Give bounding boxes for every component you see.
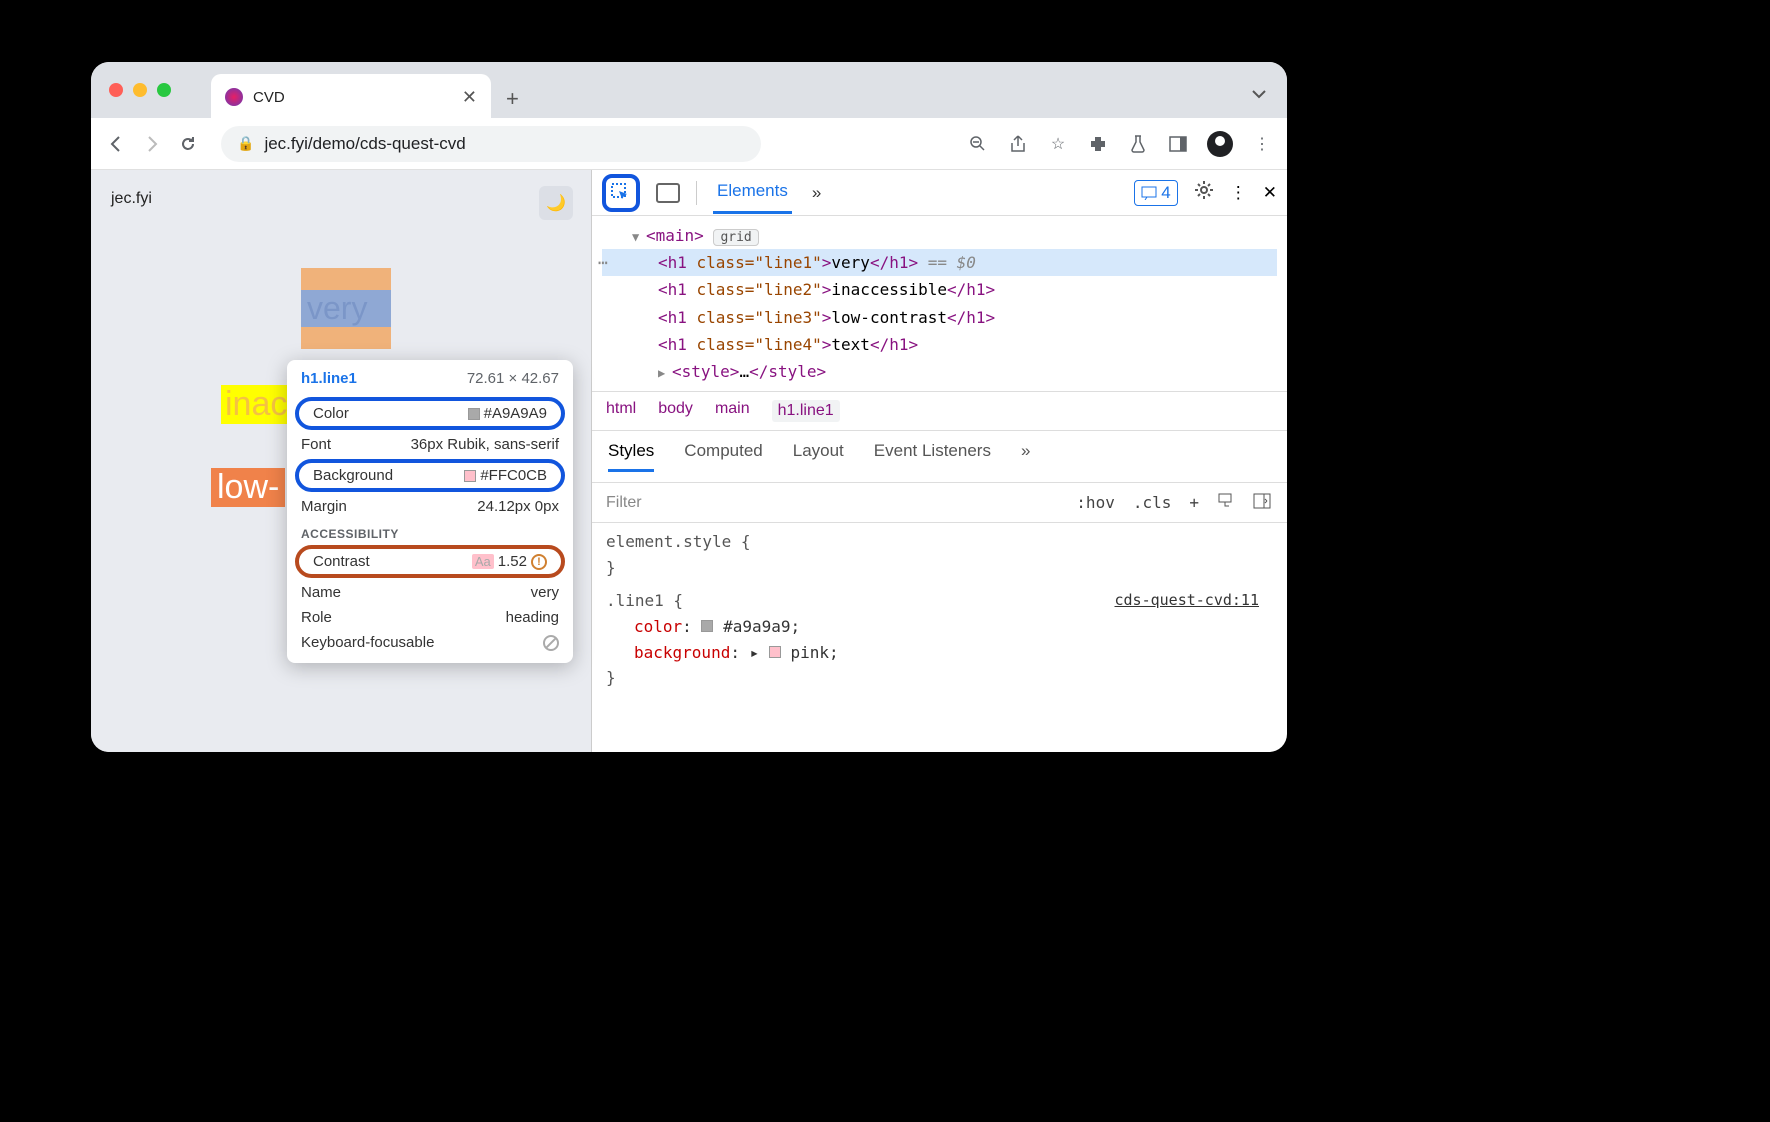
close-devtools-icon[interactable]: ✕ [1263,183,1277,203]
breadcrumb: html body main h1.line1 [592,391,1287,431]
contrast-value: 1.52 [498,553,527,570]
bookmark-icon[interactable]: ☆ [1047,133,1069,155]
bg-label: Background [313,467,393,484]
site-title: jec.fyi [111,190,571,208]
browser-window: CVD ✕ + 🔒 jec.fyi/demo/cds-quest-cvd ☆ ⋮ [91,62,1287,752]
url-text: jec.fyi/demo/cds-quest-cvd [264,134,465,154]
inspect-element-button[interactable] [602,174,640,212]
crumb-main[interactable]: main [715,400,750,422]
traffic-lights [109,83,171,97]
name-value: very [531,584,559,601]
share-icon[interactable] [1007,133,1029,155]
browser-tab[interactable]: CVD ✕ [211,74,491,120]
layout-tab[interactable]: Layout [793,441,844,472]
a11y-header: ACCESSIBILITY [287,519,573,543]
extensions-icon[interactable] [1087,133,1109,155]
kbd-label: Keyboard-focusable [301,634,434,651]
selected-dom-node[interactable]: ⋯<h1 class="line1">very</h1> == $0 [602,249,1277,276]
warning-icon: ! [531,554,547,570]
bg-swatch [464,470,476,482]
page-viewport: jec.fyi 🌙 very inac low- h1.line1 72.61 … [91,170,591,752]
cls-button[interactable]: .cls [1129,491,1176,514]
color-value: #A9A9A9 [484,405,547,422]
role-value: heading [506,609,559,626]
computed-tab[interactable]: Computed [684,441,762,472]
sidepanel-icon[interactable] [1167,133,1189,155]
tooltip-bg-row: Background #FFC0CB [295,459,565,492]
add-rule-button[interactable]: + [1185,491,1203,514]
more-icon[interactable]: ⋮ [1230,183,1247,203]
color-label: Color [313,405,349,422]
margin-value: 24.12px 0px [477,498,559,515]
font-label: Font [301,436,331,453]
forward-button[interactable] [141,133,163,155]
menu-icon[interactable]: ⋮ [1251,133,1273,155]
not-focusable-icon [543,635,559,651]
css-rules[interactable]: element.style { } .line1 { cds-quest-cvd… [592,523,1287,697]
dark-mode-toggle[interactable]: 🌙 [539,186,573,220]
name-label: Name [301,584,341,601]
crumb-html[interactable]: html [606,400,636,422]
close-window[interactable] [109,83,123,97]
tooltip-dimensions: 72.61 × 42.67 [467,370,559,387]
paint-icon[interactable] [1213,490,1239,516]
filter-input[interactable]: Filter [592,494,1060,512]
messages-badge[interactable]: 4 [1134,180,1177,206]
elements-tab[interactable]: Elements [713,171,792,214]
role-label: Role [301,609,332,626]
computed-sidebar-icon[interactable] [1249,491,1275,515]
tooltip-color-row: Color #A9A9A9 [295,397,565,430]
settings-icon[interactable] [1194,180,1214,205]
listeners-tab[interactable]: Event Listeners [874,441,991,472]
demo-line1: very [301,290,391,327]
element-tooltip: h1.line1 72.61 × 42.67 Color #A9A9A9 Fon… [287,360,573,663]
filter-row: Filter :hov .cls + [592,483,1287,523]
labs-icon[interactable] [1127,133,1149,155]
device-toggle-button[interactable] [656,183,680,203]
dom-tree[interactable]: ▼<main> grid ⋯<h1 class="line1">very</h1… [592,216,1287,391]
close-tab-icon[interactable]: ✕ [462,87,477,108]
titlebar: CVD ✕ + [91,62,1287,118]
margin-label: Margin [301,498,347,515]
address-bar[interactable]: 🔒 jec.fyi/demo/cds-quest-cvd [221,126,761,162]
tooltip-contrast-row: Contrast Aa 1.52 ! [295,545,565,578]
font-value: 36px Rubik, sans-serif [411,436,559,453]
crumb-h1[interactable]: h1.line1 [772,400,840,422]
favicon [225,88,243,106]
styles-tab[interactable]: Styles [608,441,654,472]
hov-button[interactable]: :hov [1072,491,1119,514]
zoom-icon[interactable] [967,133,989,155]
more-tabs[interactable]: » [808,173,825,213]
styles-tabs: Styles Computed Layout Event Listeners » [592,431,1287,483]
source-link[interactable]: cds-quest-cvd:11 [1115,588,1260,612]
tooltip-selector: h1.line1 [301,370,357,387]
color-swatch [468,408,480,420]
back-button[interactable] [105,133,127,155]
more-styles-tabs[interactable]: » [1021,441,1030,472]
lock-icon: 🔒 [237,135,254,152]
tab-title: CVD [253,89,452,106]
maximize-window[interactable] [157,83,171,97]
css-color-swatch[interactable] [701,620,713,632]
demo-line3: low- [211,468,285,507]
crumb-body[interactable]: body [658,400,693,422]
tabs-dropdown-icon[interactable] [1251,86,1267,107]
devtools-panel: Elements » 4 ⋮ ✕ ▼<main> grid ⋯<h1 class… [591,170,1287,752]
contrast-label: Contrast [313,553,370,570]
highlighted-element: very [301,268,571,349]
reload-button[interactable] [177,133,199,155]
grid-badge[interactable]: grid [713,229,758,246]
toolbar: 🔒 jec.fyi/demo/cds-quest-cvd ☆ ⋮ [91,118,1287,170]
devtools-tabs: Elements » 4 ⋮ ✕ [592,170,1287,216]
contrast-aa-badge: Aa [472,554,494,569]
demo-line2: inac [221,385,291,424]
new-tab-button[interactable]: + [506,86,519,112]
minimize-window[interactable] [133,83,147,97]
css-bg-swatch[interactable] [769,646,781,658]
bg-value: #FFC0CB [480,467,547,484]
account-icon[interactable] [1207,131,1233,157]
